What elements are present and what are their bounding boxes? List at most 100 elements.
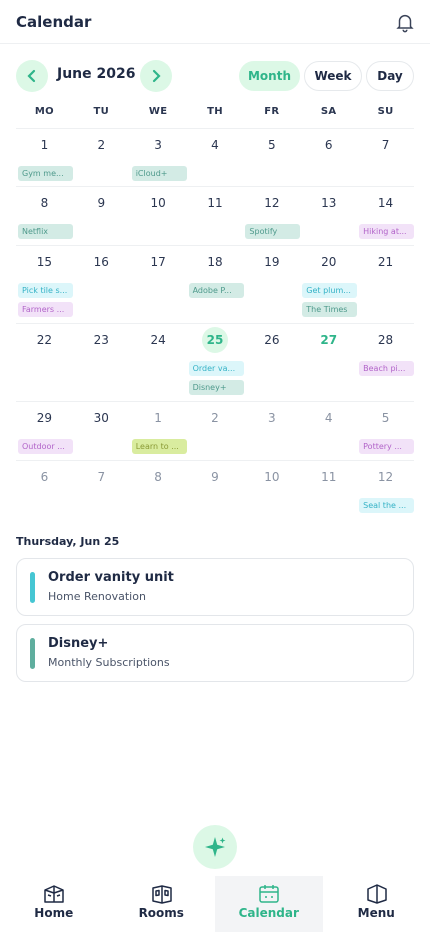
event-chip[interactable]: Beach pi... (359, 361, 415, 376)
day-cell[interactable]: 16 (73, 246, 130, 323)
tab-month[interactable]: Month (239, 61, 300, 91)
event-title: Order vanity unit (48, 570, 174, 585)
event-chip[interactable]: Outdoor ... (18, 439, 73, 454)
day-number: 17 (150, 255, 166, 269)
day-cell[interactable]: 3 (243, 402, 300, 460)
event-chip[interactable]: Get plum... (302, 283, 358, 298)
event-chip[interactable]: Pottery ... (359, 439, 415, 454)
day-cell[interactable]: 7 (357, 129, 414, 186)
week-row: 15 Pick tile s... Farmers ... 16 17 18 Adobe P… (16, 245, 414, 323)
day-number: 10 (264, 470, 280, 484)
day-number: 25 (201, 327, 228, 353)
event-chip[interactable]: Learn to ... (131, 439, 187, 454)
nav-calendar[interactable]: Calendar (215, 876, 323, 932)
day-number: 4 (324, 411, 333, 425)
day-cell[interactable]: 23 (73, 324, 130, 401)
nav-home[interactable]: Home (0, 876, 108, 932)
day-cell[interactable]: 8 (130, 461, 187, 518)
day-number: 3 (268, 411, 276, 425)
day-cell[interactable]: 10 (243, 461, 300, 518)
weekday-label: TH (207, 106, 223, 117)
week-row: 6 7 8 9 10 11 12 Seal the ... (16, 460, 415, 518)
day-cell[interactable]: 15 Pick tile s... Farmers ... (16, 246, 73, 323)
day-cell[interactable]: 19 (243, 246, 300, 323)
day-cell[interactable]: 7 (73, 461, 130, 518)
bell-icon[interactable] (394, 11, 416, 33)
event-color-bar (30, 572, 35, 603)
selected-day-title: Thursday, Jun 25 (16, 535, 120, 548)
event-chip[interactable]: Disney+ (188, 380, 244, 395)
day-cell[interactable]: 9 (73, 187, 130, 245)
nav-calendar-label: Calendar (238, 906, 299, 920)
month-label: June 2026 (57, 66, 136, 82)
day-number: 9 (211, 470, 219, 484)
day-cell[interactable]: 13 (300, 187, 357, 245)
event-chip[interactable]: Spotify (245, 224, 301, 239)
tab-week[interactable]: Week (304, 61, 362, 91)
day-cell[interactable]: 6 (300, 129, 357, 186)
nav-rooms[interactable]: Rooms (108, 876, 216, 932)
day-cell[interactable]: 21 (357, 246, 414, 323)
day-cell[interactable]: 25 Order va... Disney+ (187, 324, 244, 401)
day-cell[interactable]: 9 (187, 461, 244, 518)
day-number: 24 (150, 333, 166, 347)
event-chip[interactable]: Pick tile s... (18, 283, 73, 298)
day-number: 6 (40, 470, 49, 484)
event-chip[interactable]: Gym me... (18, 166, 73, 181)
day-number: 15 (36, 255, 53, 269)
day-cell[interactable]: 4 (187, 129, 244, 186)
ai-assistant-button[interactable] (193, 825, 237, 869)
day-cell[interactable]: 5 (243, 129, 300, 186)
day-cell[interactable]: 10 (130, 187, 187, 245)
day-cell[interactable]: 1 Learn to ... (130, 402, 187, 460)
day-cell[interactable]: 26 (243, 324, 300, 401)
day-cell[interactable]: 18 Adobe P... (187, 246, 244, 323)
day-number: 29 (36, 411, 53, 425)
day-number: 2 (97, 138, 106, 152)
day-number: 3 (154, 138, 162, 152)
event-chip[interactable]: Adobe P... (188, 283, 244, 298)
weekday-label: FR (264, 106, 280, 117)
day-cell[interactable]: 11 (300, 461, 357, 518)
day-cell[interactable]: 6 (16, 461, 73, 518)
home-icon (44, 885, 64, 903)
weekday-label: WE (148, 106, 168, 117)
day-number: 18 (207, 255, 223, 269)
day-cell[interactable]: 2 (73, 129, 130, 186)
day-cell[interactable]: 1 Gym me... (16, 129, 73, 186)
day-number: 7 (97, 470, 106, 484)
tab-day[interactable]: Day (366, 61, 414, 91)
day-cell[interactable]: 20 Get plum... The Times (300, 246, 358, 323)
day-cell[interactable]: 29 Outdoor ... (16, 402, 73, 460)
day-cell[interactable]: 4 (300, 402, 357, 460)
nav-menu[interactable]: Menu (323, 876, 430, 932)
nav-home-label: Home (34, 906, 74, 920)
event-chip[interactable]: Netflix (18, 224, 73, 239)
day-cell[interactable]: 22 (16, 324, 73, 401)
day-cell[interactable]: 28 Beach pi... (357, 324, 415, 401)
day-cell[interactable]: 11 (187, 187, 244, 245)
day-cell[interactable]: 30 (73, 402, 130, 460)
event-card[interactable]: Disney+ Monthly Subscriptions (16, 624, 414, 682)
day-cell[interactable]: 2 (187, 402, 244, 460)
event-chip[interactable]: iCloud+ (131, 166, 187, 181)
day-cell[interactable]: 27 (300, 324, 357, 401)
event-chip[interactable]: Order va... (188, 361, 244, 376)
day-cell[interactable]: 24 (130, 324, 187, 401)
day-cell[interactable]: 12 Seal the ... (357, 461, 415, 518)
event-chip[interactable]: The Times (302, 302, 358, 317)
event-chip[interactable]: Farmers ... (18, 302, 73, 317)
event-chip[interactable]: Hiking at... (359, 224, 415, 239)
day-cell[interactable]: 14 Hiking at... (357, 187, 415, 245)
day-cell[interactable]: 17 (130, 246, 187, 323)
day-cell[interactable]: 3 iCloud+ (130, 129, 187, 186)
day-cell[interactable]: 8 Netflix (16, 187, 73, 245)
event-chip[interactable]: Seal the ... (359, 498, 415, 513)
next-month-button[interactable] (140, 60, 172, 92)
event-card[interactable]: Order vanity unit Home Renovation (16, 558, 414, 616)
day-number: 22 (36, 333, 53, 347)
day-number: 23 (93, 333, 109, 347)
day-cell[interactable]: 12 Spotify (243, 187, 301, 245)
previous-month-button[interactable] (16, 60, 48, 92)
day-cell[interactable]: 5 Pottery ... (357, 402, 415, 460)
